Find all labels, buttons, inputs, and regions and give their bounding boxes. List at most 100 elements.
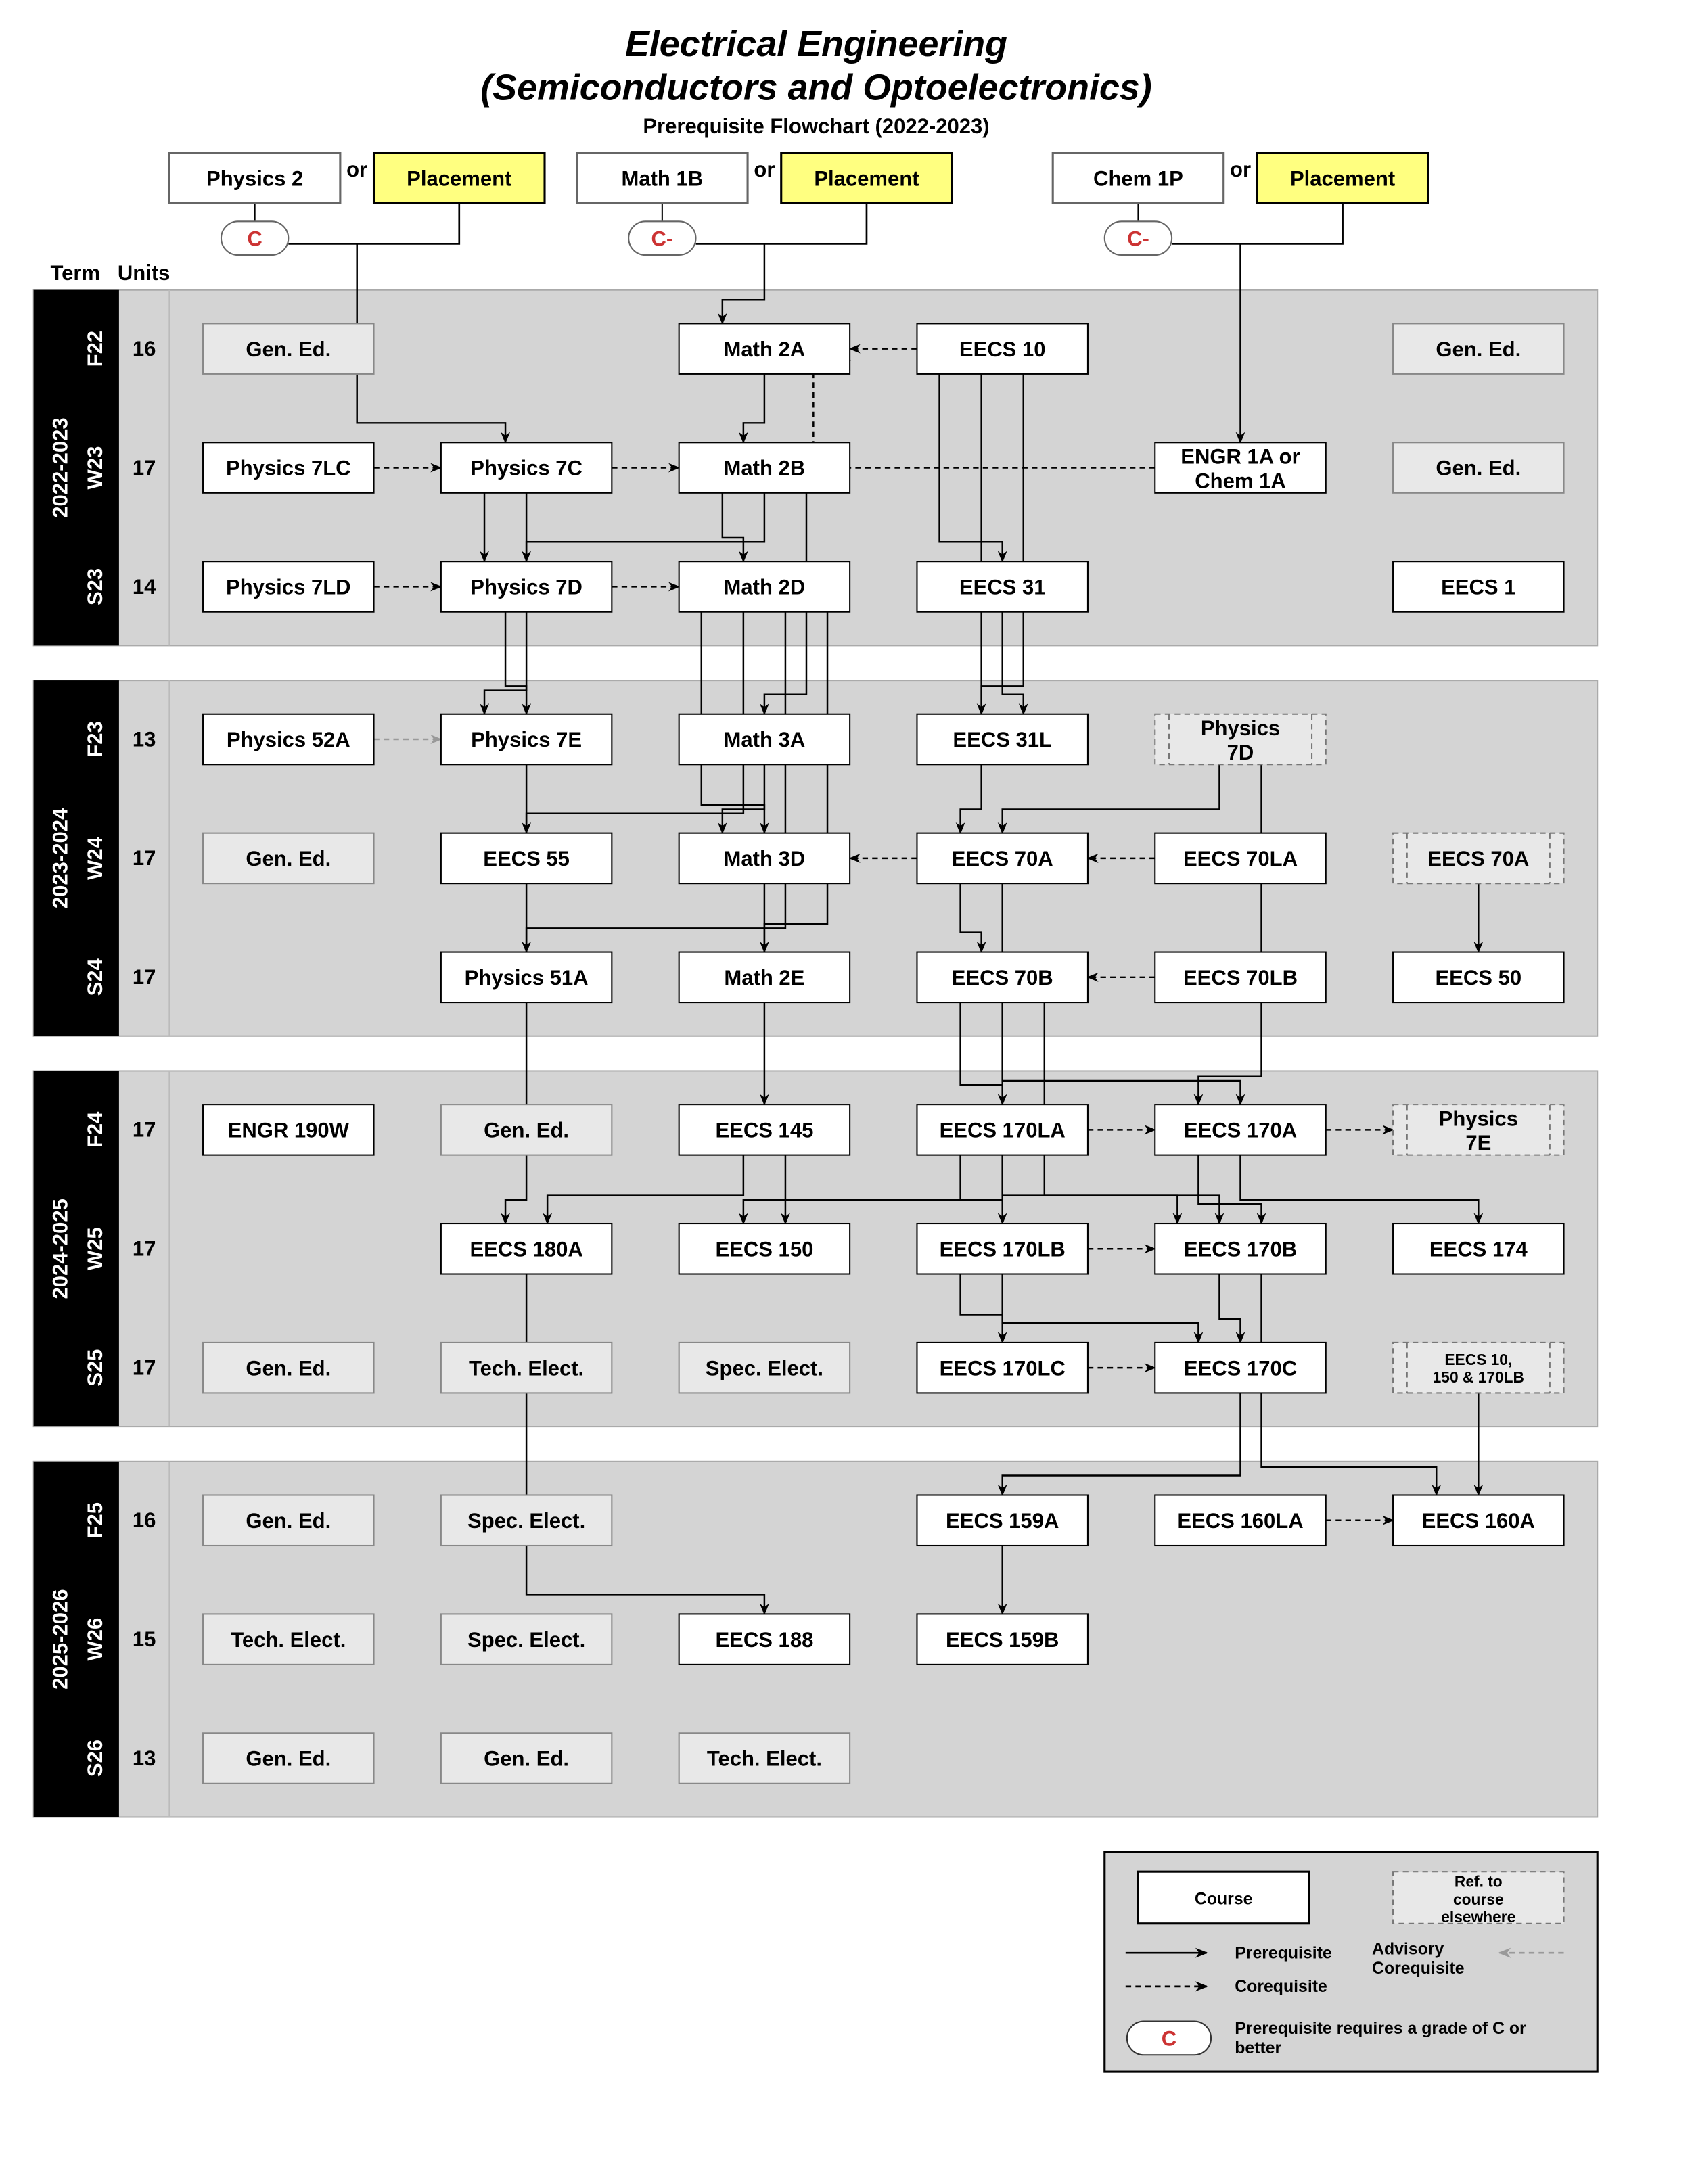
term-units: 17 xyxy=(133,456,156,480)
course-m2a[interactable]: Math 2A xyxy=(678,323,851,375)
course-label: Gen. Ed. xyxy=(246,1509,331,1533)
course-r7d[interactable]: Physics 7D xyxy=(1154,713,1327,766)
or-label: or xyxy=(1230,158,1251,181)
course-e70la[interactable]: EECS 70LA xyxy=(1154,832,1327,885)
course-e159a[interactable]: EECS 159A xyxy=(916,1494,1089,1547)
course-ge9[interactable]: Gen. Ed. xyxy=(440,1732,613,1784)
course-p51a[interactable]: Physics 51A xyxy=(440,951,613,1004)
or-label: or xyxy=(754,158,775,181)
course-e180a[interactable]: EECS 180A xyxy=(440,1222,613,1275)
course-se1[interactable]: Spec. Elect. xyxy=(678,1341,851,1394)
course-label: EECS 188 xyxy=(715,1628,813,1652)
course-e160a[interactable]: EECS 160A xyxy=(1392,1494,1565,1547)
course-m2b[interactable]: Math 2B xyxy=(678,442,851,494)
legend-prereq-label: Prerequisite xyxy=(1235,1944,1332,1962)
chart-caption: Prerequisite Flowchart (2022-2023) xyxy=(643,114,989,138)
course-e145[interactable]: EECS 145 xyxy=(678,1104,851,1156)
year-label: 2022-2023 xyxy=(48,417,72,517)
course-e170a[interactable]: EECS 170A xyxy=(1154,1104,1327,1156)
term-label: S26 xyxy=(83,1740,107,1777)
term-label: F25 xyxy=(83,1502,107,1538)
course-label: EECS 174 xyxy=(1429,1237,1528,1261)
course-label: Gen. Ed. xyxy=(246,1356,331,1380)
course-e31[interactable]: EECS 31 xyxy=(916,561,1089,613)
or-label: or xyxy=(346,158,367,181)
course-e170la[interactable]: EECS 170LA xyxy=(916,1104,1089,1156)
units-header: Units xyxy=(118,261,170,285)
course-e160la[interactable]: EECS 160LA xyxy=(1154,1494,1327,1547)
course-label: EECS 1 xyxy=(1441,576,1515,599)
course-r7e[interactable]: Physics 7E xyxy=(1392,1104,1565,1156)
course-label: Gen. Ed. xyxy=(1436,457,1521,480)
course-ge1[interactable]: Gen. Ed. xyxy=(202,323,375,375)
course-e150[interactable]: EECS 150 xyxy=(678,1222,851,1275)
course-ge2[interactable]: Gen. Ed. xyxy=(1392,323,1565,375)
course-ge4[interactable]: Gen. Ed. xyxy=(202,832,375,885)
term-label: W24 xyxy=(83,836,107,880)
course-e70b[interactable]: EECS 70B xyxy=(916,951,1089,1004)
course-label: Math 2A xyxy=(724,338,806,361)
course-ge5[interactable]: Gen. Ed. xyxy=(440,1104,613,1156)
course-rmulti[interactable]: EECS 10, 150 & 170LB xyxy=(1392,1341,1565,1394)
course-e170b[interactable]: EECS 170B xyxy=(1154,1222,1327,1275)
course-e50[interactable]: EECS 50 xyxy=(1392,951,1565,1004)
course-e70lb[interactable]: EECS 70LB xyxy=(1154,951,1327,1004)
course-p7d[interactable]: Physics 7D xyxy=(440,561,613,613)
course-label: EECS 159B xyxy=(946,1628,1059,1652)
course-e188[interactable]: EECS 188 xyxy=(678,1613,851,1665)
course-label: EECS 145 xyxy=(715,1119,813,1142)
course-e174[interactable]: EECS 174 xyxy=(1392,1222,1565,1275)
course-p52a[interactable]: Physics 52A xyxy=(202,713,375,766)
course-label: EECS 70A xyxy=(1427,847,1529,870)
course-e55[interactable]: EECS 55 xyxy=(440,832,613,885)
course-engr190w[interactable]: ENGR 190W xyxy=(202,1104,375,1156)
course-ge3[interactable]: Gen. Ed. xyxy=(1392,442,1565,494)
course-label: EECS 150 xyxy=(715,1237,813,1261)
chart-title: Electrical Engineering xyxy=(625,24,1007,64)
entry-join-line xyxy=(695,203,868,245)
course-label: Gen. Ed. xyxy=(246,338,331,361)
grade-label: C- xyxy=(651,227,673,250)
course-label: Math 3A xyxy=(724,728,806,751)
course-ge8[interactable]: Gen. Ed. xyxy=(202,1732,375,1784)
course-m3a[interactable]: Math 3A xyxy=(678,713,851,766)
course-e170lb[interactable]: EECS 170LB xyxy=(916,1222,1089,1275)
course-r70a[interactable]: EECS 70A xyxy=(1392,832,1565,885)
course-label: Tech. Elect. xyxy=(707,1747,822,1771)
course-label: EECS 170LA xyxy=(940,1119,1066,1142)
course-e70a[interactable]: EECS 70A xyxy=(916,832,1089,885)
course-e159b[interactable]: EECS 159B xyxy=(916,1613,1089,1665)
course-se3[interactable]: Spec. Elect. xyxy=(440,1613,613,1665)
course-ge6[interactable]: Gen. Ed. xyxy=(202,1341,375,1394)
course-te2[interactable]: Tech. Elect. xyxy=(202,1613,375,1665)
term-units: 17 xyxy=(133,1118,156,1142)
course-label: Gen. Ed. xyxy=(484,1119,569,1142)
course-label: EECS 50 xyxy=(1435,966,1521,990)
course-engr1a[interactable]: ENGR 1A or Chem 1A xyxy=(1154,442,1327,494)
course-m2e[interactable]: Math 2E xyxy=(678,951,851,1004)
term-label: F23 xyxy=(83,721,107,757)
course-e170c[interactable]: EECS 170C xyxy=(1154,1341,1327,1394)
course-e31l[interactable]: EECS 31L xyxy=(916,713,1089,766)
course-m3d[interactable]: Math 3D xyxy=(678,832,851,885)
course-label: EECS 10 xyxy=(959,338,1046,361)
term-units: 17 xyxy=(133,1237,156,1261)
course-te1[interactable]: Tech. Elect. xyxy=(440,1341,613,1394)
course-p7ld[interactable]: Physics 7LD xyxy=(202,561,375,613)
term-label: W25 xyxy=(83,1227,107,1270)
course-label: Physics 7C xyxy=(470,457,582,480)
course-label: Spec. Elect. xyxy=(706,1356,823,1380)
term-header: Term xyxy=(50,261,100,285)
course-m2d[interactable]: Math 2D xyxy=(678,561,851,613)
term-label: S25 xyxy=(83,1349,107,1387)
course-ge7[interactable]: Gen. Ed. xyxy=(202,1494,375,1547)
course-e10[interactable]: EECS 10 xyxy=(916,323,1089,375)
course-e170lc[interactable]: EECS 170LC xyxy=(916,1341,1089,1394)
course-p7c[interactable]: Physics 7C xyxy=(440,442,613,494)
course-label: Physics 51A xyxy=(465,966,589,990)
course-te3[interactable]: Tech. Elect. xyxy=(678,1732,851,1784)
course-e1[interactable]: EECS 1 xyxy=(1392,561,1565,613)
course-p7lc[interactable]: Physics 7LC xyxy=(202,442,375,494)
course-p7e[interactable]: Physics 7E xyxy=(440,713,613,766)
course-se2[interactable]: Spec. Elect. xyxy=(440,1494,613,1547)
